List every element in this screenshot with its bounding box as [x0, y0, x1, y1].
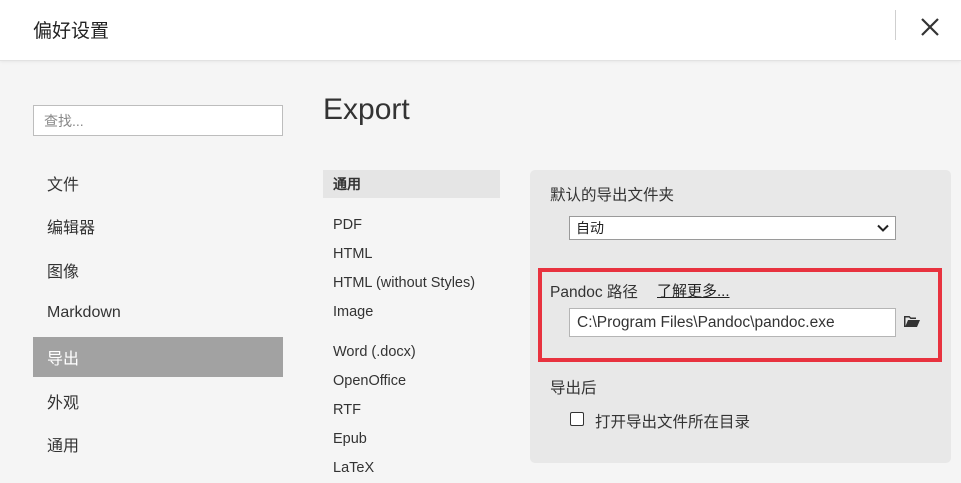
learn-more-link[interactable]: 了解更多...: [657, 280, 730, 301]
window-title: 偏好设置: [33, 21, 110, 42]
close-button[interactable]: [914, 11, 946, 43]
after-export-label: 导出后: [550, 380, 597, 397]
select-value: 自动: [576, 220, 604, 236]
export-item-epub[interactable]: Epub: [323, 425, 500, 453]
chevron-down-icon: [877, 224, 889, 232]
default-folder-label: 默认的导出文件夹: [550, 187, 675, 204]
default-folder-select[interactable]: 自动: [569, 216, 896, 240]
open-folder-checkbox[interactable]: [570, 412, 584, 426]
pandoc-path-label: Pandoc 路径: [550, 284, 638, 301]
page-title: Export: [323, 93, 410, 126]
export-item-pdf[interactable]: PDF: [323, 211, 500, 239]
export-item-label: 通用: [333, 176, 361, 192]
sidebar-item-export[interactable]: 导出: [33, 337, 283, 377]
sidebar-item-label: 导出: [47, 351, 80, 368]
title-divider: [895, 10, 896, 40]
sidebar-item-label: 文件: [47, 177, 80, 194]
folder-open-icon: [904, 316, 920, 327]
export-item-openoffice[interactable]: OpenOffice: [323, 367, 500, 395]
export-item-html[interactable]: HTML: [323, 240, 500, 268]
export-item-label: Image: [333, 304, 374, 320]
pandoc-path-input[interactable]: [569, 308, 896, 337]
export-item-label: PDF: [333, 217, 362, 233]
search-input[interactable]: [33, 105, 283, 136]
export-item-html-no-styles[interactable]: HTML (without Styles): [323, 269, 500, 297]
sidebar-item-label: 图像: [47, 264, 80, 281]
sidebar-item-label: 外观: [47, 395, 80, 412]
close-icon: [921, 18, 939, 36]
sidebar-item-label: 通用: [47, 438, 80, 455]
sidebar-item-general[interactable]: 通用: [33, 424, 283, 464]
export-item-rtf[interactable]: RTF: [323, 396, 500, 424]
export-item-label: Word (.docx): [333, 344, 416, 360]
sidebar-item-label: 编辑器: [47, 220, 96, 237]
sidebar-item-label: Markdown: [47, 304, 121, 321]
browse-folder-button[interactable]: [903, 313, 923, 331]
export-item-label: HTML: [333, 246, 373, 262]
sidebar-item-editor[interactable]: 编辑器: [33, 206, 283, 246]
export-item-word[interactable]: Word (.docx): [323, 338, 500, 366]
title-bar: 偏好设置: [0, 0, 961, 61]
export-item-label: RTF: [333, 402, 361, 418]
export-item-general[interactable]: 通用: [323, 170, 500, 198]
sidebar-item-file[interactable]: 文件: [33, 163, 283, 203]
export-item-label: LaTeX: [333, 460, 375, 476]
export-item-latex[interactable]: LaTeX: [323, 454, 500, 482]
export-item-image[interactable]: Image: [323, 298, 500, 326]
open-folder-label[interactable]: 打开导出文件所在目录: [595, 410, 750, 432]
export-item-label: HTML (without Styles): [333, 275, 476, 291]
sidebar-item-image[interactable]: 图像: [33, 250, 283, 290]
sidebar-item-markdown[interactable]: Markdown: [33, 293, 283, 333]
export-item-label: Epub: [333, 431, 367, 447]
export-item-label: OpenOffice: [333, 373, 407, 389]
sidebar-item-appearance[interactable]: 外观: [33, 381, 283, 421]
